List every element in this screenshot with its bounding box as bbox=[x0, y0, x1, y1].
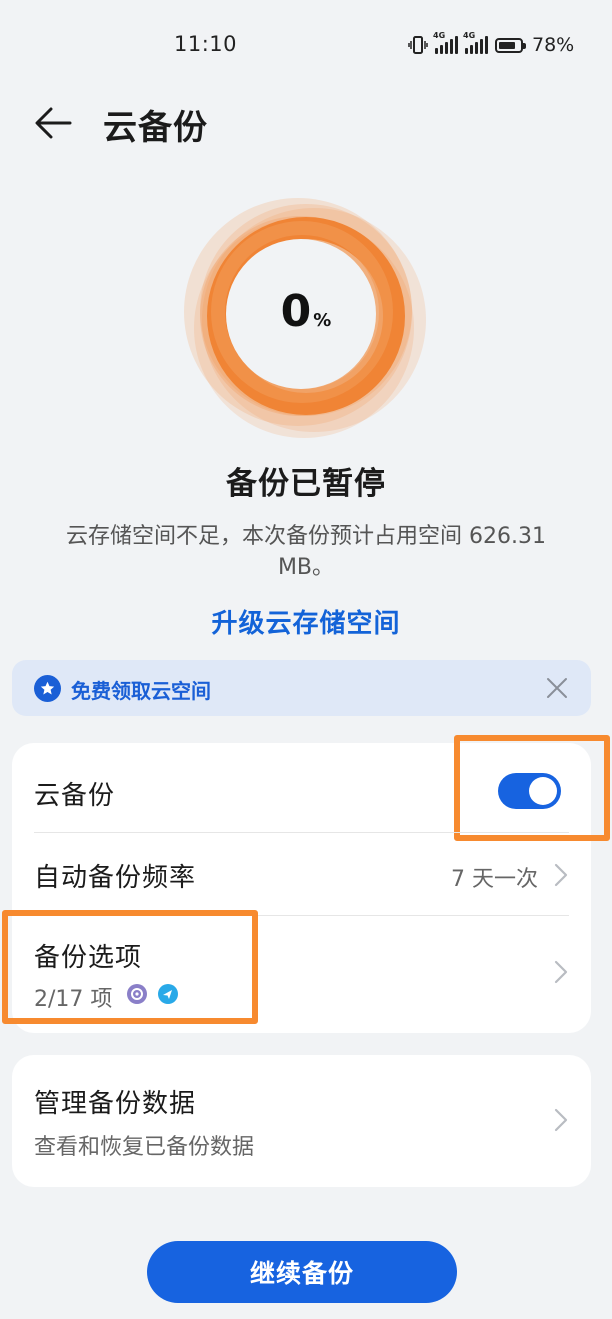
arrow-left-icon[interactable] bbox=[34, 104, 74, 142]
manage-backup-sub: 查看和恢复已备份数据 bbox=[34, 1135, 255, 1160]
chevron-right-icon bbox=[554, 960, 568, 984]
upgrade-storage-link[interactable]: 升级云存储空间 bbox=[0, 603, 612, 640]
star-badge-icon bbox=[34, 675, 61, 702]
highlight-box-toggle bbox=[454, 735, 610, 841]
chevron-right-icon bbox=[554, 863, 568, 887]
promo-text: 免费领取云空间 bbox=[71, 679, 211, 703]
cloud-backup-label: 云备份 bbox=[34, 781, 116, 811]
continue-backup-button[interactable]: 继续备份 bbox=[147, 1241, 457, 1303]
frequency-value: 7 天一次 bbox=[451, 867, 538, 892]
frequency-label: 自动备份频率 bbox=[34, 863, 197, 893]
close-icon[interactable] bbox=[545, 676, 569, 700]
status-title: 备份已暂停 bbox=[226, 466, 386, 502]
progress-unit: % bbox=[313, 310, 332, 331]
manage-backup-label: 管理备份数据 bbox=[34, 1089, 197, 1119]
status-time: 11:10 bbox=[174, 32, 238, 56]
manage-backup-data-card[interactable] bbox=[12, 1055, 591, 1187]
chevron-right-icon bbox=[554, 1108, 568, 1132]
highlight-box-options bbox=[2, 910, 258, 1024]
signal-2-icon: 4G bbox=[463, 31, 488, 54]
signal-1-icon: 4G bbox=[433, 31, 458, 54]
status-description: 云存储空间不足，本次备份预计占用空间 626.31 MB。 bbox=[66, 524, 546, 580]
battery-icon bbox=[495, 37, 526, 53]
status-icons: 4G 4G 78% bbox=[408, 30, 574, 60]
page-title: 云备份 bbox=[103, 108, 208, 148]
vibrate-icon bbox=[408, 36, 428, 54]
progress-value: 0 bbox=[280, 286, 312, 337]
progress-percent: 0% bbox=[0, 286, 612, 337]
battery-percent: 78% bbox=[532, 34, 575, 56]
